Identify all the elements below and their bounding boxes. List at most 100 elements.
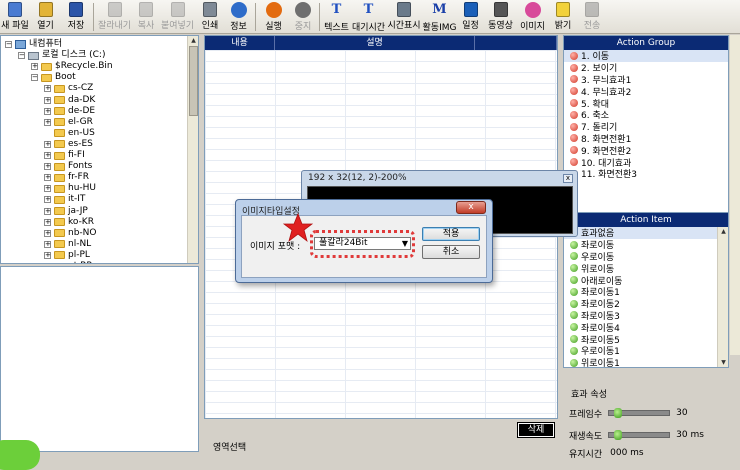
toolbar-button-13[interactable]: M 활동IMG xyxy=(422,0,457,34)
action-group-item[interactable]: 6. 축소 xyxy=(564,109,728,121)
apply-button[interactable]: 적용 xyxy=(422,227,480,241)
expand-icon[interactable]: + xyxy=(31,63,38,71)
expand-icon[interactable]: + xyxy=(44,207,51,215)
frame-count-thumb[interactable] xyxy=(613,408,622,418)
tree-node[interactable]: − Boot xyxy=(31,72,76,83)
dialog-close-button[interactable]: x xyxy=(456,201,486,214)
toolbar-button-4[interactable]: 복사 xyxy=(133,0,159,34)
action-group-item[interactable]: 5. 확대 xyxy=(564,97,728,110)
tree-node[interactable]: + pt-BR xyxy=(44,261,93,264)
action-item-item[interactable]: 좌로이동2 xyxy=(564,298,728,310)
action-group-item[interactable]: 3. 무늬효과1 xyxy=(564,74,728,86)
action-item-item[interactable]: 좌로이동4 xyxy=(564,321,728,334)
tree-node[interactable]: + hu-HU xyxy=(44,183,96,194)
tree-node[interactable]: + pl-PL xyxy=(44,250,90,261)
tree-node[interactable]: + fi-FI xyxy=(44,150,85,161)
action-item-item[interactable]: 위로이동1 xyxy=(564,357,728,367)
toolbar-button-11[interactable]: T 대기시간 xyxy=(351,0,386,34)
expand-icon[interactable]: + xyxy=(44,152,51,159)
toolbar-button-14[interactable]: 일정 xyxy=(457,0,484,34)
action-item-item[interactable]: 좌로이동3 xyxy=(564,310,728,322)
tree-node[interactable]: + nl-NL xyxy=(44,239,91,250)
tree-node[interactable]: − 로컬 디스크 (C:) xyxy=(18,50,105,61)
frame-count-slider[interactable] xyxy=(608,408,671,418)
tree-node[interactable]: + Fonts xyxy=(44,161,92,172)
toolbar-button-12[interactable]: 시간표시 xyxy=(386,0,422,34)
action-item-item[interactable]: 좌로이동5 xyxy=(564,333,728,346)
expand-icon[interactable]: + xyxy=(45,263,51,264)
file-list-panel[interactable] xyxy=(0,266,199,452)
toolbar-button-8[interactable]: 실행 xyxy=(258,0,289,34)
expand-icon[interactable]: + xyxy=(44,107,51,115)
action-item-item[interactable]: 효과없음 xyxy=(564,227,728,239)
expand-icon[interactable]: + xyxy=(44,240,51,248)
action-group-item[interactable]: 11. 화면전환3 xyxy=(564,168,728,180)
action-item-item[interactable]: 우로이동1 xyxy=(564,345,728,357)
expand-icon[interactable]: + xyxy=(44,218,51,226)
action-group-item[interactable]: 1. 이동 xyxy=(564,50,728,62)
action-item-item[interactable]: 위로이동 xyxy=(564,262,728,275)
tree-node[interactable]: + fr-FR xyxy=(44,172,89,183)
scroll-up-arrow-icon[interactable]: ▲ xyxy=(189,36,198,45)
toolbar-button-17[interactable]: 밝기 xyxy=(548,0,578,34)
expand-icon[interactable]: + xyxy=(44,118,51,126)
toolbar-button-3[interactable]: 잘라내기 xyxy=(96,0,133,34)
collapse-icon[interactable]: − xyxy=(18,52,25,60)
tree-node[interactable]: + el-GR xyxy=(44,117,93,128)
action-item-item[interactable]: 좌로이동1 xyxy=(564,286,728,298)
toolbar-button-10[interactable]: T 텍스트 xyxy=(322,0,351,34)
tree-node[interactable]: + cs-CZ xyxy=(44,83,93,94)
scroll-up-arrow-icon[interactable]: ▲ xyxy=(719,227,728,236)
tree-node[interactable]: + ja-JP xyxy=(44,206,88,217)
action-item-item[interactable]: 아래로이동 xyxy=(564,274,728,287)
action-group-item[interactable]: 10. 대기효과 xyxy=(564,156,728,169)
expand-icon[interactable]: + xyxy=(44,229,51,237)
expand-icon[interactable]: + xyxy=(44,163,51,171)
tree-node[interactable]: + it-IT xyxy=(44,194,85,205)
toolbar-button-7[interactable]: 정보 xyxy=(224,0,253,34)
preview-close-button[interactable]: x xyxy=(563,174,573,183)
scroll-thumb[interactable] xyxy=(189,46,198,116)
action-item-scrollbar[interactable]: ▲ ▼ xyxy=(717,227,728,367)
tree-node[interactable]: + nb-NO xyxy=(44,228,96,239)
play-speed-slider[interactable] xyxy=(608,430,671,440)
expand-icon[interactable]: + xyxy=(44,140,51,148)
tree-node[interactable]: + ko-KR xyxy=(44,217,94,228)
toolbar-button-9[interactable]: 중지 xyxy=(289,0,317,34)
toolbar-button-2[interactable]: 저장 xyxy=(61,0,91,34)
scroll-down-arrow-icon[interactable]: ▼ xyxy=(719,358,728,367)
action-item-item[interactable]: 좌로이동 xyxy=(564,239,728,251)
action-group-item[interactable]: 7. 돌리기 xyxy=(564,121,728,133)
expand-icon[interactable]: + xyxy=(44,174,51,182)
tree-scrollbar[interactable]: ▲ xyxy=(187,36,198,263)
grid-col-description[interactable]: 설명 xyxy=(275,36,475,50)
toolbar-button-18[interactable]: 전송 xyxy=(578,0,606,34)
folder-tree[interactable]: ▲ − 내컴퓨터 − 로컬 디스크 (C:) + $Recycle.Bin − Boot + cs… xyxy=(0,35,199,264)
action-group-item[interactable]: 4. 무늬효과2 xyxy=(564,85,728,98)
collapse-icon[interactable]: − xyxy=(31,74,38,82)
grid-col-content[interactable]: 내용 xyxy=(205,36,275,50)
toolbar-button-5[interactable]: 붙여넣기 xyxy=(159,0,196,34)
toolbar-button-0[interactable]: 새 파일 xyxy=(0,0,30,34)
action-item-item[interactable]: 우로이동 xyxy=(564,251,728,263)
expand-icon[interactable]: + xyxy=(44,96,51,104)
collapse-icon[interactable]: − xyxy=(5,41,12,48)
expand-icon[interactable]: + xyxy=(44,196,51,204)
tree-node[interactable]: + $Recycle.Bin xyxy=(31,61,113,72)
tree-node[interactable]: + de-DE xyxy=(44,106,95,117)
action-group-item[interactable]: 2. 보이기 xyxy=(564,62,728,74)
expand-icon[interactable]: + xyxy=(44,251,51,259)
image-format-select[interactable]: 풀칼라24Bit ▼ xyxy=(314,237,411,250)
toolbar-button-16[interactable]: 이미지 xyxy=(517,0,548,34)
play-speed-thumb[interactable] xyxy=(613,430,622,440)
collapse-icon[interactable] xyxy=(44,130,51,137)
toolbar-button-6[interactable]: 인쇄 xyxy=(196,0,224,34)
tree-node[interactable]: + da-DK xyxy=(44,95,95,106)
toolbar-button-15[interactable]: 동영상 xyxy=(484,0,517,34)
right-scrollbar[interactable] xyxy=(730,35,740,355)
action-group-item[interactable]: 8. 화면전환1 xyxy=(564,133,728,145)
expand-icon[interactable]: + xyxy=(44,85,51,93)
expand-icon[interactable]: + xyxy=(44,185,51,193)
tree-node[interactable]: + es-ES xyxy=(44,139,93,150)
dropdown-arrow-icon[interactable]: ▼ xyxy=(402,238,408,249)
